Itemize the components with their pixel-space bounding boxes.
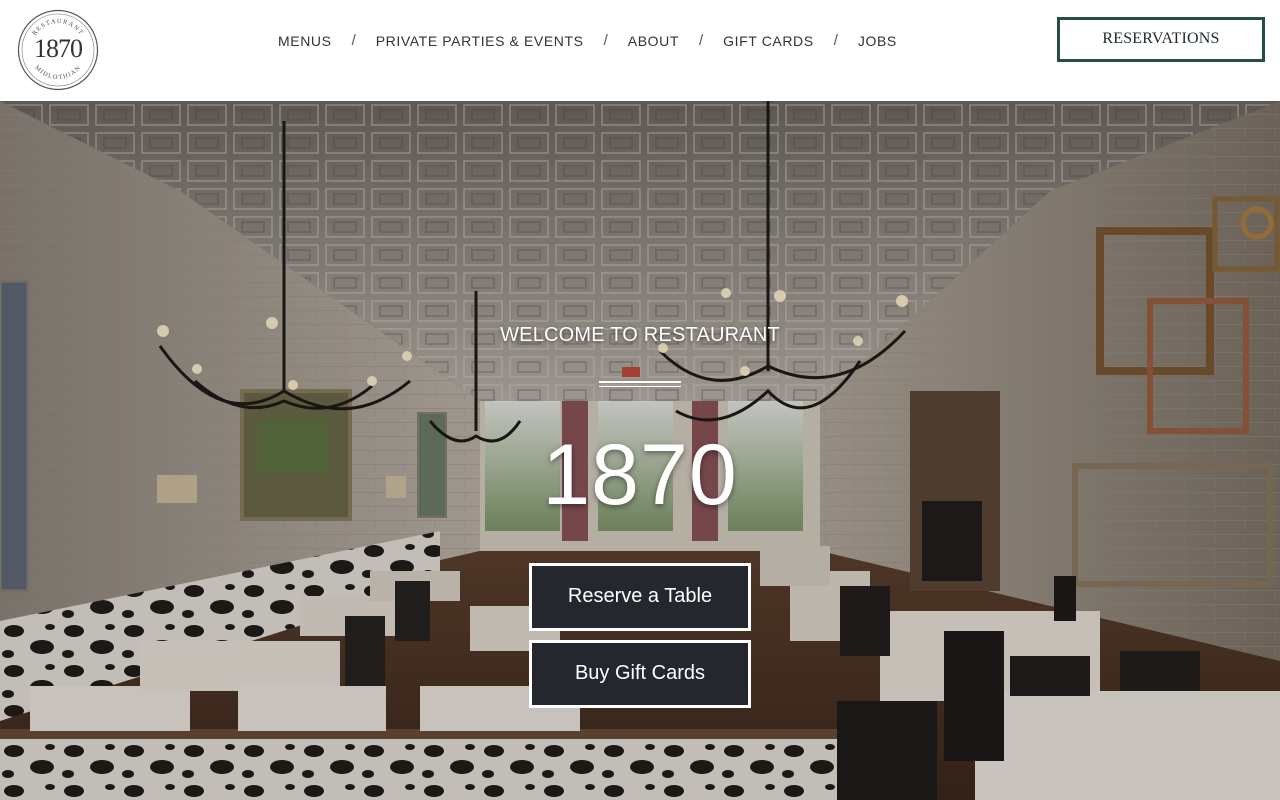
nav-separator: / bbox=[351, 32, 356, 49]
welcome-heading: WELCOME TO RESTAURANT bbox=[500, 324, 780, 346]
buy-gift-cards-button[interactable]: Buy Gift Cards bbox=[529, 640, 751, 708]
nav-separator: / bbox=[833, 32, 838, 49]
reservations-button[interactable]: RESERVATIONS bbox=[1057, 17, 1265, 62]
restaurant-logo[interactable]: RESTAURANT MIDLOTHIAN 1870 bbox=[17, 9, 99, 91]
nav-separator: / bbox=[603, 32, 608, 49]
nav-private-parties-events[interactable]: PRIVATE PARTIES & EVENTS bbox=[366, 30, 594, 52]
svg-text:MIDLOTHIAN: MIDLOTHIAN bbox=[33, 64, 83, 81]
nav-menus[interactable]: MENUS bbox=[268, 30, 342, 52]
heading-divider bbox=[599, 381, 681, 383]
logo-text: 1870 bbox=[34, 34, 83, 63]
nav-about[interactable]: ABOUT bbox=[618, 30, 689, 52]
heading-divider bbox=[599, 386, 681, 387]
site-header: RESTAURANT MIDLOTHIAN 1870 MENUS / PRIVA… bbox=[0, 0, 1280, 101]
reserve-table-button[interactable]: Reserve a Table bbox=[529, 563, 751, 631]
nav-separator: / bbox=[699, 32, 704, 49]
hero-section: WELCOME TO RESTAURANT 1870 Reserve a Tab… bbox=[0, 101, 1280, 800]
nav-gift-cards[interactable]: GIFT CARDS bbox=[713, 30, 824, 52]
main-nav: MENUS / PRIVATE PARTIES & EVENTS / ABOUT… bbox=[268, 30, 907, 52]
nav-jobs[interactable]: JOBS bbox=[848, 30, 907, 52]
hero-title: 1870 bbox=[542, 427, 738, 523]
